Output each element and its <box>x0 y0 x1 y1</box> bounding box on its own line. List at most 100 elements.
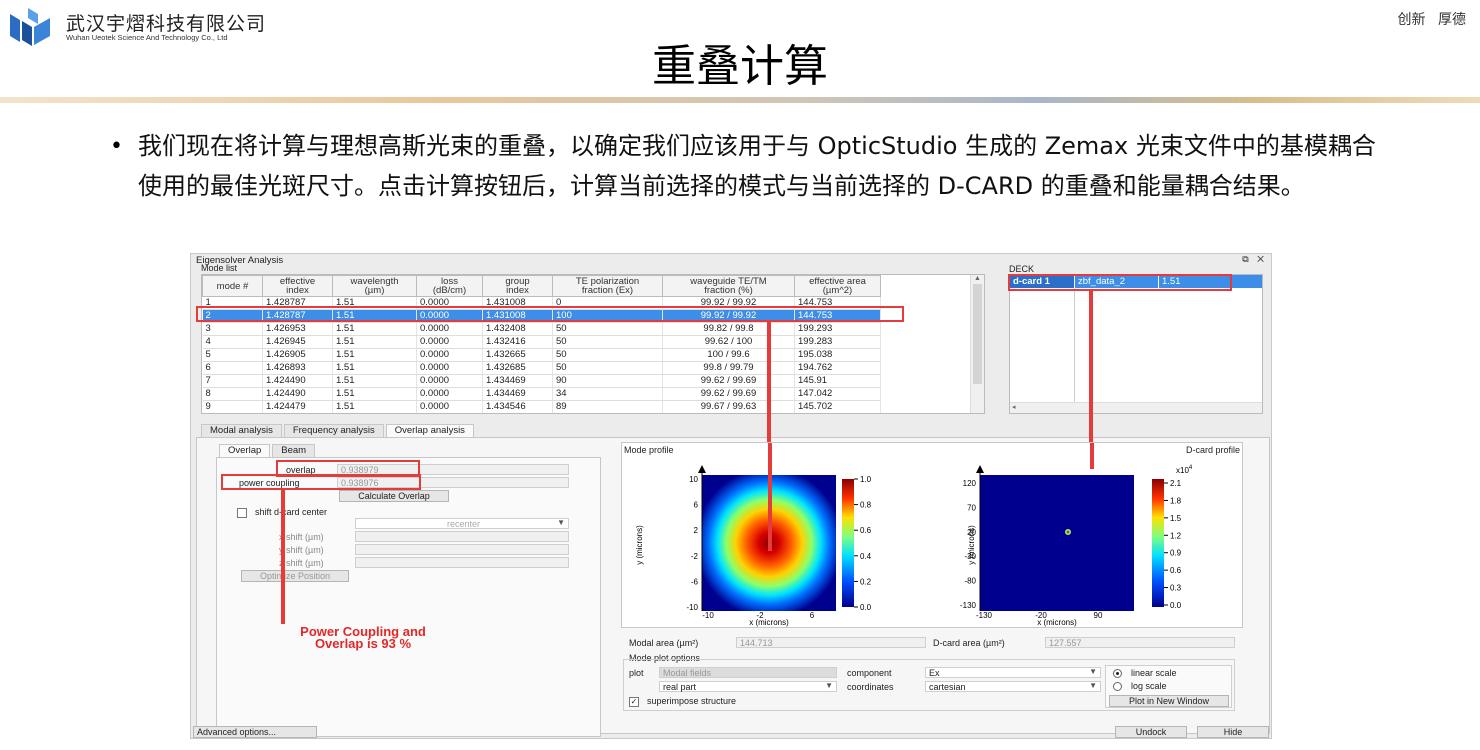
column-header[interactable]: effective index <box>262 275 333 297</box>
dcard-connector-arrow <box>1089 291 1093 442</box>
table-row[interactable]: 7 1.424490 1.51 0.0000 1.434469 90 99.62 / 99.… <box>202 374 881 388</box>
bullet-text: 我们现在将计算与理想高斯光束的重叠，以确定我们应该用于与 OpticStudio… <box>138 132 1376 200</box>
z-shift-label: z shift (µm) <box>279 558 324 568</box>
hide-button[interactable]: Hide <box>1197 726 1269 738</box>
y-axis-arrow-icon <box>976 465 984 473</box>
column-header[interactable]: mode # <box>202 275 263 297</box>
table-cell: 5 <box>202 348 263 362</box>
linear-scale-radio[interactable] <box>1113 669 1122 678</box>
colorbar-tick-label: 0.8 <box>860 501 872 510</box>
superimpose-label: superimpose structure <box>647 696 737 706</box>
dcard-colorbar <box>1152 479 1164 607</box>
column-header[interactable]: TE polarization fraction (Ex) <box>552 275 663 297</box>
tab-beam[interactable]: Beam <box>272 444 316 457</box>
x-tick-label: -130 <box>976 611 993 620</box>
table-cell: 1.432665 <box>482 348 553 362</box>
advanced-options-button[interactable]: Advanced options... <box>193 726 317 738</box>
coordinates-dropdown[interactable]: cartesian ▼ <box>925 681 1101 692</box>
undock-button[interactable]: Undock <box>1115 726 1187 738</box>
table-cell: 1.426905 <box>262 348 333 362</box>
table-cell: 0.0000 <box>416 335 483 349</box>
x-shift-input[interactable] <box>355 531 569 542</box>
y-tick-label: -10 <box>686 603 698 612</box>
table-cell: 1.51 <box>332 322 417 336</box>
recenter-dropdown[interactable]: recenter ▼ <box>355 518 569 529</box>
column-header[interactable]: waveguide TE/TM fraction (%) <box>662 275 795 297</box>
table-cell: 50 <box>552 348 663 362</box>
mode-colorbar <box>842 479 854 607</box>
column-header[interactable]: group index <box>482 275 553 297</box>
table-cell: 10 <box>203 414 263 415</box>
table-row[interactable]: 9 1.424479 1.51 0.0000 1.434546 89 99.67 / 99.… <box>202 400 881 413</box>
tab-frequency-analysis[interactable]: Frequency analysis <box>283 424 384 437</box>
table-row[interactable]: 3 1.426953 1.51 0.0000 1.432408 50 99.82 / 99.… <box>202 322 881 336</box>
tab-overlap-analysis[interactable]: Overlap analysis <box>385 424 474 437</box>
table-cell: 145.702 <box>794 400 881 413</box>
table-row[interactable]: 4 1.426945 1.51 0.0000 1.432416 50 99.62 / 100… <box>202 335 881 349</box>
colorbar-tick-label: 0.4 <box>860 552 872 561</box>
dcard-arrow <box>1090 443 1094 469</box>
table-row[interactable]: 5 1.426905 1.51 0.0000 1.432665 50 100 / 99.6 1… <box>202 348 881 362</box>
table-cell: 99.67 / 99.63 <box>662 400 795 413</box>
table-row[interactable]: 8 1.424490 1.51 0.0000 1.434469 34 99.62 / 99.… <box>202 387 881 401</box>
y-shift-input[interactable] <box>355 544 569 555</box>
table-cell: 1.51 <box>332 387 417 401</box>
chevron-down-icon: ▼ <box>825 681 833 690</box>
shift-dcard-checkbox[interactable] <box>237 508 247 518</box>
component-dropdown[interactable]: Ex ▼ <box>925 667 1101 678</box>
table-cell: 0.0000 <box>416 374 483 388</box>
log-scale-radio[interactable] <box>1113 682 1122 691</box>
colorbar-tick-label: 1.5 <box>1170 514 1182 523</box>
table-cell: 1.424479 <box>262 400 333 413</box>
header-divider <box>0 97 1480 103</box>
plot-select[interactable]: Modal fields <box>659 667 837 678</box>
table-cell: 195.038 <box>794 348 881 362</box>
part-dropdown[interactable]: real part ▼ <box>659 681 837 692</box>
y-tick-label: 2 <box>694 526 699 535</box>
plot-new-window-button[interactable]: Plot in New Window <box>1109 695 1229 707</box>
mode-xlabel: x (microns) <box>749 618 789 627</box>
analysis-tabs: Modal analysis Frequency analysis Overla… <box>201 424 474 437</box>
deck-scrollbar[interactable]: ◂ <box>1010 402 1262 413</box>
page-title: 重叠计算 <box>652 41 828 92</box>
power-coupling-highlight <box>221 474 421 490</box>
window-controls[interactable]: ⧉ ✕ <box>1242 254 1267 265</box>
table-cell: 89 <box>552 400 663 413</box>
x-tick-label: -10 <box>702 611 714 620</box>
annotation-arrow <box>281 490 285 624</box>
y-tick-label: 10 <box>689 475 698 484</box>
table-cell: 1.432408 <box>482 322 553 336</box>
superimpose-checkbox[interactable]: ✓ <box>629 697 639 707</box>
table-cell: 3 <box>202 322 263 336</box>
table-cell: 50 <box>552 335 663 349</box>
optimize-position-button[interactable]: Optimize Position <box>241 570 349 582</box>
table-cell: 100 / 99.6 <box>662 348 795 362</box>
mode-list-label: Mode list <box>201 263 238 273</box>
deck-row-highlight <box>1008 274 1232 291</box>
annotation-text: Power Coupling and Overlap is 93 % <box>300 624 426 651</box>
z-shift-input[interactable] <box>355 557 569 568</box>
part-value: real part <box>663 682 697 692</box>
table-cell: 1.426953 <box>262 322 333 336</box>
table-cell: 1.426945 <box>262 335 333 349</box>
dcard-area-value: 127.557 <box>1045 637 1235 648</box>
table-cell: 99.62 / 100 <box>662 335 795 349</box>
tab-modal-analysis[interactable]: Modal analysis <box>201 424 282 437</box>
table-row[interactable]: 101.4244791.510.00001.4345467399.67 / 99… <box>203 414 881 415</box>
calculate-overlap-button[interactable]: Calculate Overlap <box>339 490 449 502</box>
colorbar-tick-label: 0.6 <box>860 526 872 535</box>
table-cell: 145.58 <box>795 414 881 415</box>
linear-scale-label: linear scale <box>1131 668 1177 678</box>
column-header[interactable]: loss (dB/cm) <box>416 275 483 297</box>
table-row[interactable]: 6 1.426893 1.51 0.0000 1.432685 50 99.8 / 99.7… <box>202 361 881 375</box>
tab-overlap[interactable]: Overlap <box>219 444 271 457</box>
mode-arrow <box>768 443 772 551</box>
table-scrollbar[interactable]: ▲ <box>970 275 984 413</box>
column-header[interactable]: wavelength (µm) <box>332 275 417 297</box>
column-header[interactable]: effective area (µm^2) <box>794 275 881 297</box>
colorbar-tick-label: 1.0 <box>860 475 872 484</box>
modal-area-label: Modal area (µm²) <box>629 638 699 648</box>
table-cell: 1.51 <box>332 348 417 362</box>
table-cell: 99.62 / 99.69 <box>662 387 795 401</box>
colorbar-tick-label: 0.6 <box>1170 566 1182 575</box>
